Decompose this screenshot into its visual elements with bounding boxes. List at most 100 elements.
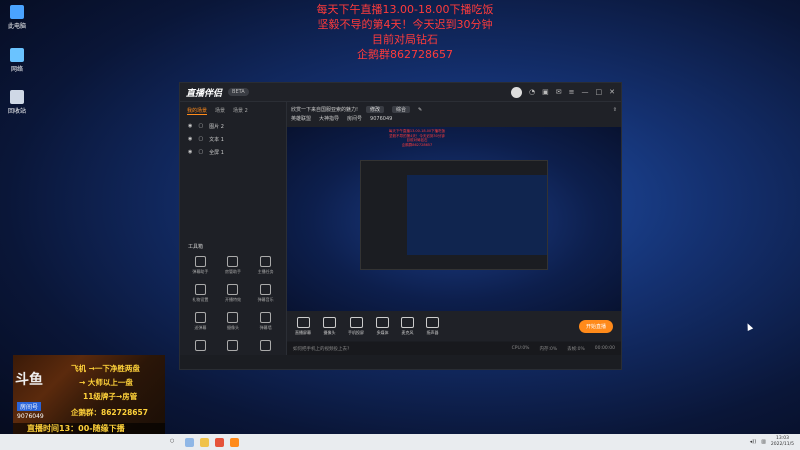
room-number-label: 房间号 bbox=[17, 402, 42, 411]
clock[interactable]: 13:03 2022/11/5 bbox=[771, 436, 794, 448]
preview-overlay-text: 每天下午直播13.00-18.00下播吃饭 坚毅不导的第4天！今天迟到30分钟 … bbox=[387, 129, 447, 147]
source-button[interactable]: 摄像头 bbox=[323, 316, 336, 336]
source-label: 手机投屏 bbox=[348, 329, 364, 335]
browser-icon[interactable] bbox=[215, 437, 224, 447]
tool-button[interactable]: 摄像头 bbox=[217, 312, 250, 331]
tool-label: 礼物设置 bbox=[192, 297, 209, 302]
desktop-icon-label: 此电脑 bbox=[7, 23, 26, 30]
eye-icon[interactable]: ◉ bbox=[188, 123, 192, 130]
streamer-promo-overlay: 斗鱼 房间号 9076049 飞机 →一下净胜两盘 → 大师以上一盘 11级牌子… bbox=[13, 355, 165, 435]
file-explorer-icon[interactable] bbox=[200, 437, 209, 447]
mail-icon[interactable]: ✉ bbox=[556, 88, 562, 96]
source-label: 多媒体 bbox=[376, 329, 389, 335]
tool-label: 房管助手 bbox=[224, 269, 241, 274]
share-icon[interactable]: ⇪ bbox=[613, 107, 617, 113]
room-id: 9076049 bbox=[370, 115, 393, 122]
lock-icon[interactable]: ▢ bbox=[198, 136, 203, 143]
minimize-icon[interactable]: — bbox=[582, 88, 589, 96]
promo-line: 飞机 →一下净胜两盘 bbox=[71, 364, 140, 373]
source-button[interactable]: 麦克风 bbox=[401, 316, 414, 336]
network-icon[interactable]: ▥ bbox=[761, 439, 766, 445]
camera-icon bbox=[323, 316, 336, 328]
avatar[interactable] bbox=[511, 86, 523, 98]
task-icon bbox=[260, 256, 272, 267]
screen-icon bbox=[296, 316, 310, 328]
desktop-icon-label: 回收站 bbox=[7, 108, 26, 115]
douyu-logo: 斗鱼 bbox=[15, 372, 43, 388]
tool-label: 弹幕音乐 bbox=[257, 297, 274, 302]
scene-item-label: 图片 2 bbox=[209, 124, 224, 130]
lock-icon[interactable]: ▢ bbox=[198, 149, 203, 156]
tool-label: 摄像头 bbox=[226, 325, 239, 330]
scene-item[interactable]: ◉ ▢ 图片 2 bbox=[180, 120, 286, 133]
headset-icon[interactable]: ◔ bbox=[529, 88, 535, 96]
tool-button[interactable]: 弹幕音乐 bbox=[249, 284, 282, 303]
tab-scene[interactable]: 场景 bbox=[215, 107, 225, 115]
scene-item[interactable]: ◉ ▢ 全屏 1 bbox=[180, 146, 286, 159]
room-number: 9076049 bbox=[17, 413, 44, 420]
user-icon bbox=[227, 256, 239, 267]
lock-icon[interactable]: ▢ bbox=[198, 123, 203, 130]
danmaku-wall-icon bbox=[260, 312, 272, 323]
status-hint[interactable]: 如何把手机上的视频投上去? bbox=[293, 346, 349, 352]
clock-date: 2022/11/5 bbox=[770, 442, 794, 447]
search-icon[interactable]: ○ bbox=[170, 438, 179, 447]
cpu-status: CPU:0% bbox=[511, 346, 530, 351]
music-icon bbox=[260, 284, 272, 295]
volume-icon[interactable]: ◂)) bbox=[750, 439, 756, 445]
toolbox-title: 工具箱 bbox=[188, 244, 204, 250]
desktop-icon-network[interactable]: 网络 bbox=[6, 48, 28, 73]
tool-button[interactable] bbox=[249, 340, 282, 353]
streaming-app-taskbar-icon[interactable] bbox=[230, 437, 239, 447]
desktop-icon-recycle-bin[interactable]: 回收站 bbox=[6, 90, 28, 115]
tool-button[interactable]: 弹幕助手 bbox=[184, 256, 217, 275]
overlay-line: 每天下午直播13.00-18.00下播吃饭 bbox=[388, 129, 446, 133]
stream-preview: 每天下午直播13.00-18.00下播吃饭 坚毅不导的第4天！今天迟到30分钟 … bbox=[287, 127, 621, 314]
eye-icon[interactable]: ◉ bbox=[188, 136, 192, 143]
tab-scene-2[interactable]: 场景 2 bbox=[233, 107, 248, 115]
tool-button[interactable]: 礼物设置 bbox=[184, 284, 217, 303]
microphone-icon bbox=[401, 316, 414, 328]
room-tag: 英雄联盟 bbox=[291, 116, 312, 122]
edit-icon[interactable]: ✎ bbox=[418, 107, 422, 113]
source-label: 扬声器 bbox=[426, 329, 439, 335]
app-logo: 直播伴侣 bbox=[186, 88, 223, 99]
desktop-icon-computer[interactable]: 此电脑 bbox=[6, 5, 28, 30]
streaming-app-window: 直播伴侣 BETA ◔ ▣ ✉ ≡ — □ ✕ 我的场景 场景 场景 2 ◉ ▢ 图… bbox=[179, 82, 622, 370]
eye-icon[interactable]: ◉ bbox=[188, 149, 192, 156]
toolbox-grid: 弹幕助手 房管助手 主播任务 礼物设置 开播特效 弹幕音乐 送弹幕 摄像头 弹幕… bbox=[184, 256, 282, 353]
menu-icon[interactable]: ≡ bbox=[569, 88, 575, 96]
source-button[interactable]: 扬声器 bbox=[426, 316, 439, 336]
tool-button[interactable] bbox=[217, 340, 250, 353]
tool-label: 弹幕墙 bbox=[259, 325, 272, 330]
source-button[interactable]: 直播屏幕 bbox=[295, 316, 311, 336]
tool-button[interactable]: 弹幕墙 bbox=[249, 312, 282, 331]
category-select[interactable]: 综合 bbox=[392, 106, 411, 113]
tool-button[interactable]: 开播特效 bbox=[217, 284, 250, 303]
room-title: 欣赏一下来自国服亚索的魅力! bbox=[291, 107, 359, 113]
tab-my-scene[interactable]: 我的场景 bbox=[187, 107, 208, 115]
start-live-button[interactable]: 开始直播 bbox=[578, 319, 613, 333]
promo-line: 11级牌子→房管 bbox=[83, 392, 138, 401]
maximize-icon[interactable]: □ bbox=[596, 88, 603, 96]
overlay-line: 企鹅群862728657 bbox=[401, 142, 433, 147]
edit-button[interactable]: 修改 bbox=[366, 106, 385, 113]
tool-button[interactable]: 房管助手 bbox=[217, 256, 250, 275]
source-button[interactable]: 手机投屏 bbox=[348, 316, 364, 336]
gift-icon[interactable]: ▣ bbox=[542, 88, 549, 96]
tool-button[interactable]: 送弹幕 bbox=[184, 312, 217, 331]
task-view-icon[interactable] bbox=[185, 437, 194, 447]
tool-button[interactable]: 主播任务 bbox=[249, 256, 282, 275]
taskbar: ○ ◂)) ▥ 13:03 2022/11/5 bbox=[0, 434, 800, 450]
source-button[interactable]: 多媒体 bbox=[376, 316, 389, 336]
tool-label: 送弹幕 bbox=[194, 325, 207, 330]
close-icon[interactable]: ✕ bbox=[609, 88, 615, 96]
tool-icon bbox=[260, 340, 272, 351]
scene-item[interactable]: ◉ ▢ 文本 1 bbox=[180, 133, 286, 146]
scene-tabs: 我的场景 场景 场景 2 bbox=[180, 102, 286, 120]
tool-button[interactable] bbox=[184, 340, 217, 353]
phone-cast-icon bbox=[349, 316, 363, 328]
recycle-bin-icon bbox=[10, 90, 24, 104]
speaker-icon bbox=[426, 316, 439, 328]
gift-settings-icon bbox=[194, 284, 206, 295]
